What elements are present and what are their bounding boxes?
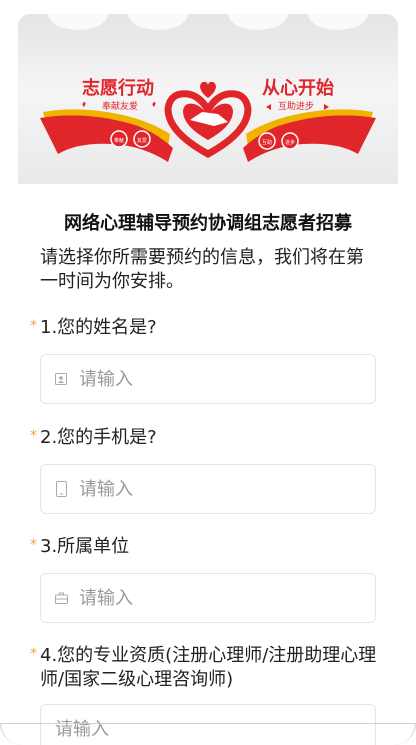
question-text: 4.您的专业资质(注册心理师/注册助理心理师/国家二级心理咨询师) [40,645,377,690]
question-text: 1.您的姓名是? [40,317,157,338]
organization-input[interactable] [79,587,339,609]
required-mark: * [30,646,37,662]
volunteer-banner-art: 奉献 友爱 互助 进步 志愿行动 奉献友爱 从心开始 互助进步 [40,14,376,162]
page: 奉献 友爱 互助 进步 志愿行动 奉献友爱 从心开始 互助进步 网络心理辅导预约… [0,0,416,745]
qualification-input[interactable] [55,718,315,740]
question-phone: * 2.您的手机是? [30,426,380,514]
question-label: * 1.您的姓名是? [30,316,380,340]
banner-right-subtitle: 互助进步 [278,100,314,112]
badge-4: 进步 [285,139,295,146]
phone-input[interactable] [79,478,339,500]
banner-left-title: 志愿行动 [82,77,154,99]
badge-1: 奉献 [114,137,124,144]
question-label: * 4.您的专业资质(注册心理师/注册助理心理师/国家二级心理咨询师) [30,644,380,692]
briefcase-icon [53,590,69,606]
header-banner: 奉献 友爱 互助 进步 志愿行动 奉献友爱 从心开始 互助进步 [18,14,398,184]
question-text: 3.所属单位 [40,536,130,557]
form-description: 请选择你所需要预约的信息，我们将在第一时间为你安排。 [40,247,364,292]
phone-icon [53,481,69,497]
banner-right-title: 从心开始 [262,77,334,99]
form-title: 网络心理辅导预约协调组志愿者招募 [64,213,352,234]
name-field[interactable] [40,354,376,404]
qualification-field[interactable] [40,704,376,745]
question-organization: * 3.所属单位 [30,535,380,623]
question-label: * 2.您的手机是? [30,426,380,450]
banner-left-subtitle: 奉献友爱 [102,100,138,112]
badge-2: 友爱 [137,137,147,144]
question-qualification: * 4.您的专业资质(注册心理师/注册助理心理师/国家二级心理咨询师) [30,644,380,745]
user-card-icon [53,371,69,387]
phone-field[interactable] [40,464,376,514]
required-mark: * [30,428,37,444]
badge-3: 互助 [262,139,272,146]
question-label: * 3.所属单位 [30,535,380,559]
required-mark: * [30,537,37,553]
name-input[interactable] [79,368,339,390]
required-mark: * [30,318,37,334]
question-text: 2.您的手机是? [40,427,157,448]
organization-field[interactable] [40,573,376,623]
question-name: * 1.您的姓名是? [30,316,380,404]
